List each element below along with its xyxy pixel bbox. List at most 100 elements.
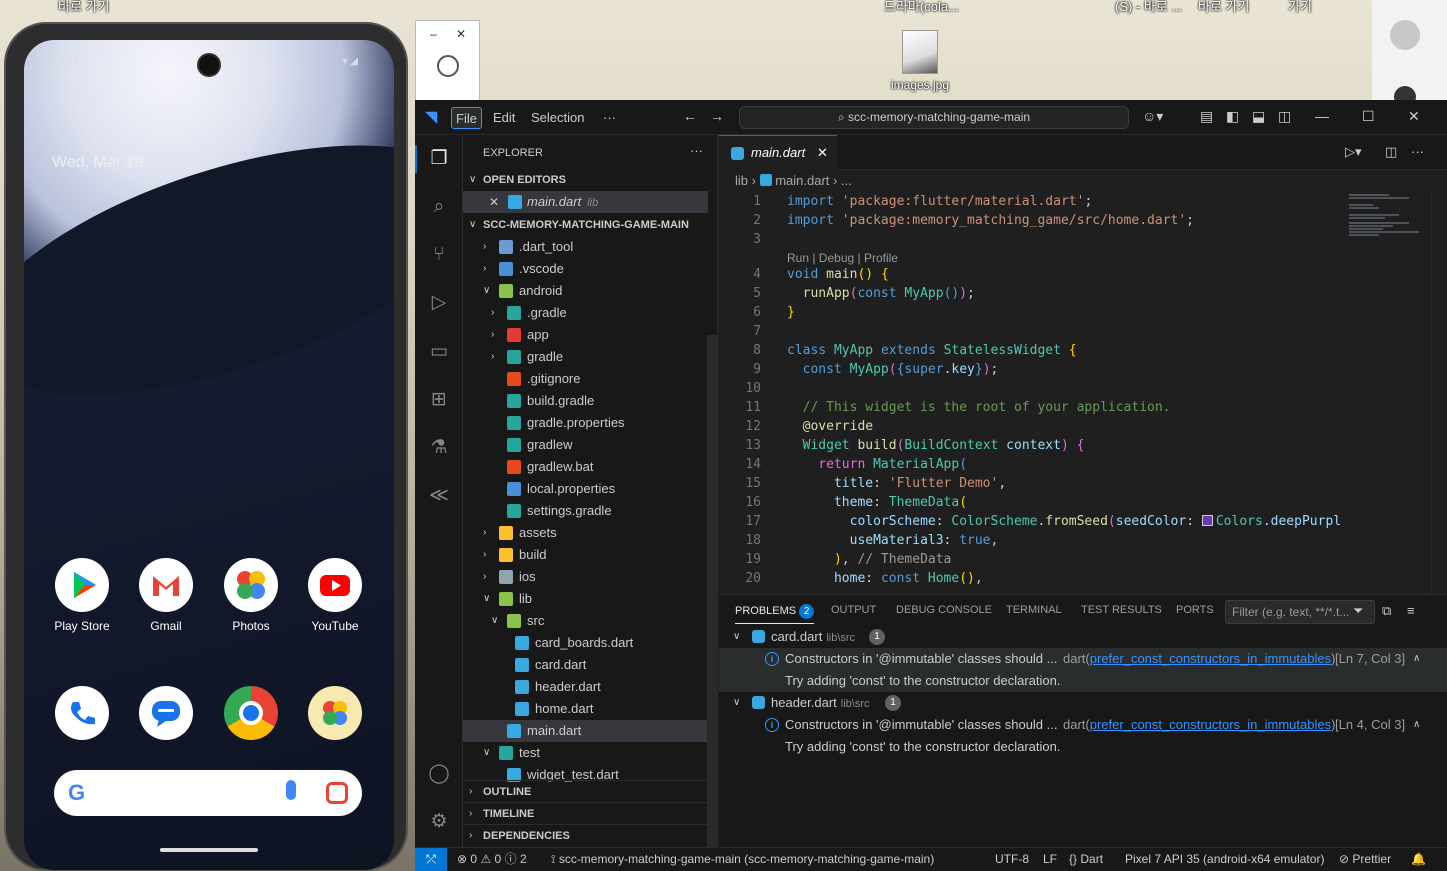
problems-status[interactable]: ⊗ 0 ⚠ 0 ⓘ 2 <box>457 848 527 870</box>
tree-folder[interactable]: ∨ test <box>463 742 708 764</box>
tree-folder[interactable]: › assets <box>463 522 708 544</box>
tab-output[interactable]: OUTPUT <box>831 604 876 616</box>
tree-file[interactable]: header.dart <box>463 676 708 698</box>
project-status[interactable]: ⟟ scc-memory-matching-game-main (scc-mem… <box>551 848 934 870</box>
explorer-icon[interactable]: ❐ <box>427 147 451 171</box>
tree-file[interactable]: gradlew.bat <box>463 456 708 478</box>
more-actions-icon[interactable]: ··· <box>1411 144 1424 159</box>
close-icon[interactable]: ✕ <box>1408 108 1420 125</box>
extensions-icon[interactable]: ⊞ <box>427 388 451 412</box>
desktop-shortcut-label[interactable]: 바로 가기 <box>1198 0 1249 15</box>
account-icon[interactable]: ◯ <box>427 762 451 786</box>
desktop-shortcut-label[interactable]: 드라마(cola... <box>884 0 959 15</box>
tree-file[interactable]: gradle.properties <box>463 412 708 434</box>
desktop-file-icon[interactable]: images.jpg <box>888 30 952 92</box>
problem-hint[interactable]: Try adding 'const' to the constructor de… <box>719 736 1447 758</box>
power-icon[interactable] <box>437 55 459 77</box>
desktop-shortcut-label[interactable]: 바로 가기 <box>58 0 109 15</box>
timeline-header[interactable]: › TIMELINE <box>463 802 718 824</box>
problem-hint[interactable]: Try adding 'const' to the constructor de… <box>719 670 1447 692</box>
problem-rule-link[interactable]: prefer_const_constructors_in_immutables <box>1090 651 1331 666</box>
avatar-icon[interactable] <box>1390 20 1420 50</box>
settings-gear-icon[interactable]: ⚙ <box>427 810 451 834</box>
toggle-secondary-sidebar-icon[interactable]: ◫ <box>1278 108 1291 125</box>
command-center[interactable]: ⌕ scc-memory-matching-game-main <box>739 106 1129 129</box>
toggle-panel-icon[interactable]: ⬓ <box>1252 108 1265 125</box>
menu-file[interactable]: File <box>451 107 482 129</box>
tree-file[interactable]: main.dart <box>463 720 708 742</box>
code-editor[interactable]: 1 import 'package:flutter/material.dart'… <box>719 192 1341 594</box>
problem-file-group[interactable]: ∨ card.dart lib\src 1 <box>719 626 1447 648</box>
app-photos-folder[interactable] <box>300 686 370 740</box>
navigation-handle[interactable] <box>160 848 258 852</box>
tree-folder[interactable]: › .dart_tool <box>463 236 708 258</box>
tree-file[interactable]: settings.gradle <box>463 500 708 522</box>
run-debug-icon[interactable]: ▷ <box>427 291 451 315</box>
minimize-icon[interactable]: – <box>430 27 437 41</box>
run-debug-icon[interactable]: ▷▾ <box>1345 144 1362 160</box>
chevron-up-icon[interactable]: ∧ <box>1413 714 1420 736</box>
tab-ports[interactable]: PORTS <box>1176 604 1214 616</box>
view-as-list-icon[interactable]: ≡ <box>1407 603 1415 618</box>
search-icon[interactable]: ⌕ <box>427 195 451 219</box>
copilot-icon[interactable]: ☺▾ <box>1142 108 1163 125</box>
tree-file[interactable]: build.gradle <box>463 390 708 412</box>
tree-folder[interactable]: › gradle <box>463 346 708 368</box>
flutter-icon[interactable]: ≪ <box>427 484 451 508</box>
toggle-sidebar-icon[interactable]: ◧ <box>1226 108 1239 125</box>
app-play-store[interactable]: Play Store <box>47 558 117 633</box>
menu-edit[interactable]: Edit <box>489 107 519 129</box>
notifications-bell-icon[interactable]: 🔔 <box>1411 848 1426 870</box>
tree-file[interactable]: local.properties <box>463 478 708 500</box>
testing-icon[interactable]: ⚗ <box>427 436 451 460</box>
app-youtube[interactable]: YouTube <box>300 558 370 633</box>
problem-item[interactable]: i Constructors in '@immutable' classes s… <box>719 648 1447 670</box>
problem-item[interactable]: i Constructors in '@immutable' classes s… <box>719 714 1447 736</box>
encoding-status[interactable]: UTF-8 <box>995 848 1029 870</box>
customize-layout-icon[interactable]: ▤ <box>1200 108 1213 125</box>
breadcrumb-item[interactable]: lib <box>735 173 748 188</box>
language-status[interactable]: {} Dart <box>1069 848 1103 870</box>
tree-file[interactable]: .gitignore <box>463 368 708 390</box>
editor-scrollbar[interactable] <box>1431 192 1445 594</box>
tree-folder[interactable]: ∨ lib <box>463 588 708 610</box>
tab-problems[interactable]: PROBLEMS 2 <box>735 604 815 624</box>
tree-file[interactable]: gradlew <box>463 434 708 456</box>
tree-folder[interactable]: › .vscode <box>463 258 708 280</box>
back-arrow-icon[interactable]: ← <box>683 108 697 124</box>
color-swatch[interactable] <box>1201 515 1213 526</box>
app-gmail[interactable]: Gmail <box>131 558 201 633</box>
filter-icon[interactable]: ⏷ <box>1353 603 1363 619</box>
breadcrumb-item[interactable]: main.dart <box>775 173 829 188</box>
eol-status[interactable]: LF <box>1043 848 1057 870</box>
app-chrome[interactable] <box>216 686 286 740</box>
chevron-up-icon[interactable]: ∧ <box>1413 648 1420 670</box>
codelens-run-debug-profile[interactable]: Run | Debug | Profile <box>787 251 898 265</box>
forward-arrow-icon[interactable]: → <box>710 108 724 124</box>
tree-folder[interactable]: › .gradle <box>463 302 708 324</box>
close-icon[interactable]: ✕ <box>489 191 499 213</box>
maximize-icon[interactable]: ☐ <box>1362 108 1375 125</box>
split-editor-icon[interactable]: ◫ <box>1385 144 1397 160</box>
breadcrumb-item[interactable]: ... <box>841 173 852 188</box>
minimap[interactable] <box>1341 192 1431 594</box>
tree-folder[interactable]: › build <box>463 544 708 566</box>
tab-main-dart[interactable]: main.dart ✕ <box>719 135 837 170</box>
source-control-icon[interactable]: ⑂ <box>427 243 451 267</box>
tree-file[interactable]: card_boards.dart <box>463 632 708 654</box>
open-editor-item[interactable]: ✕ main.dart lib <box>463 191 708 213</box>
workspace-root-header[interactable]: ∨ SCC-MEMORY-MATCHING-GAME-MAIN <box>463 214 718 236</box>
desktop-shortcut-label[interactable]: (S) - 바로 ... <box>1115 0 1182 15</box>
remote-explorer-icon[interactable]: ▭ <box>427 340 451 364</box>
remote-indicator-icon[interactable]: ⤱ <box>415 848 447 871</box>
menu-more[interactable]: ··· <box>599 107 620 129</box>
problem-file-group[interactable]: ∨ header.dart lib\src 1 <box>719 692 1447 714</box>
google-search-bar[interactable]: G <box>54 770 362 816</box>
tree-file[interactable]: home.dart <box>463 698 708 720</box>
app-photos[interactable]: Photos <box>216 558 286 633</box>
collapse-all-icon[interactable]: ⧉ <box>1382 603 1391 619</box>
phone-date[interactable]: Wed, Mar 19 <box>52 154 143 172</box>
desktop-shortcut-label[interactable]: 가기 <box>1288 0 1312 15</box>
tab-test-results[interactable]: TEST RESULTS <box>1081 604 1162 616</box>
tab-debug-console[interactable]: DEBUG CONSOLE <box>896 604 992 616</box>
